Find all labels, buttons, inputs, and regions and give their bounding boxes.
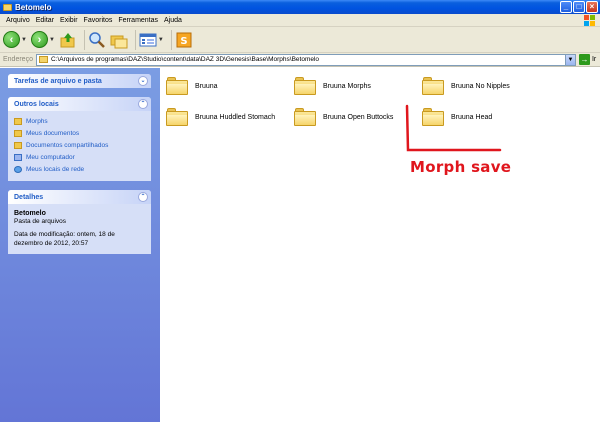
annotation-bracket: [405, 104, 502, 152]
annotation-text: Morph save: [410, 158, 512, 176]
